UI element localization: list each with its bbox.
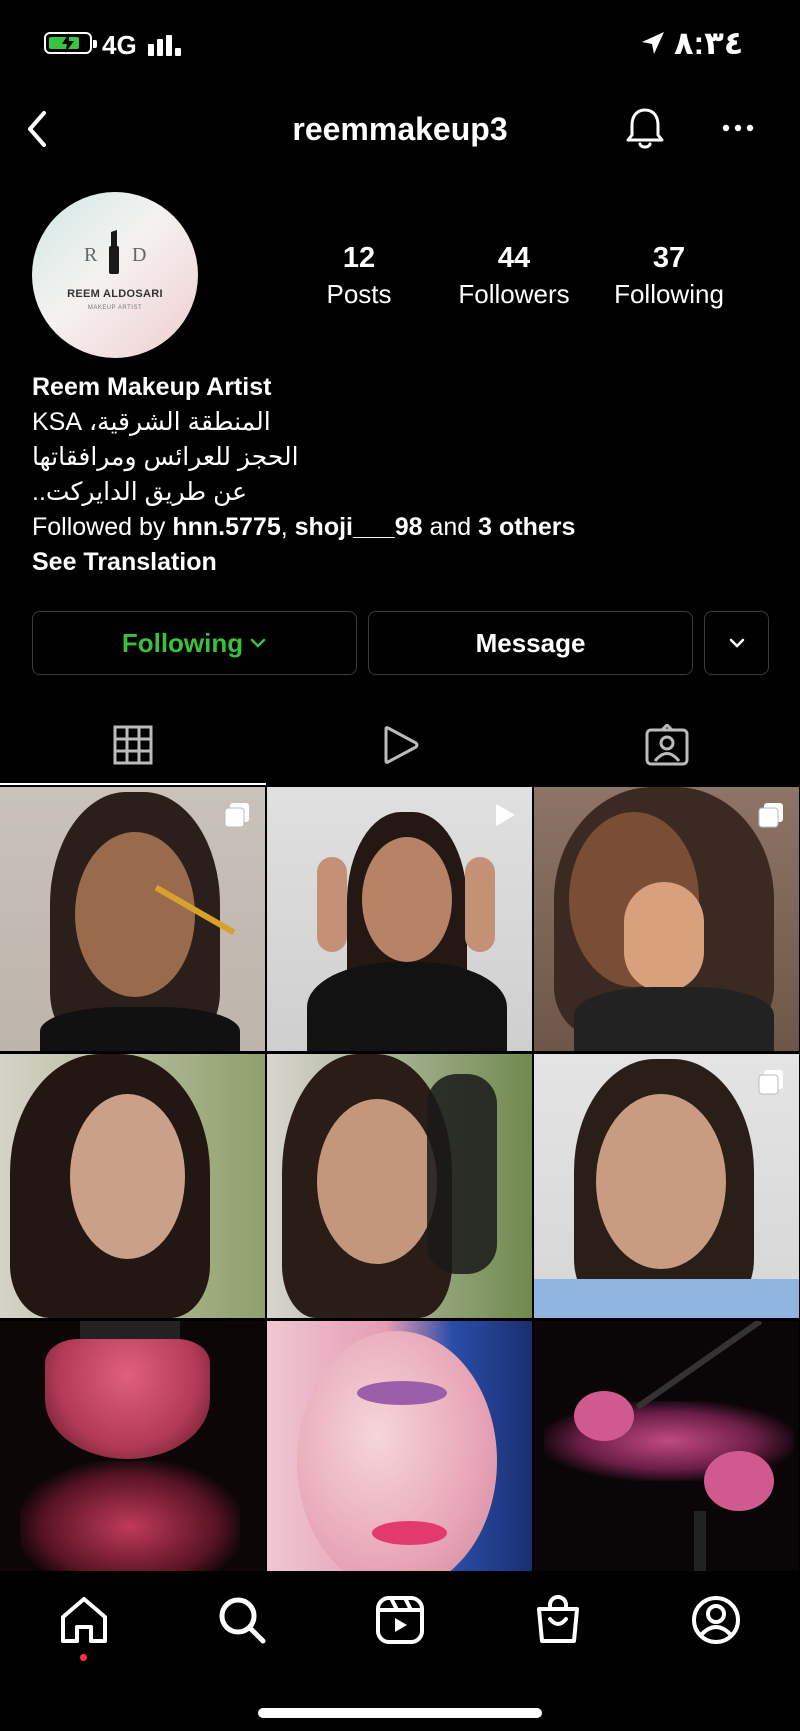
- profile-icon[interactable]: [689, 1593, 743, 1647]
- reel-icon: [496, 804, 515, 826]
- followed-by-user-2[interactable]: shoji___98: [295, 513, 423, 541]
- stat-posts[interactable]: 12 Posts: [294, 240, 424, 312]
- bio-line-3: عن طريق الدايركت..: [32, 478, 248, 506]
- post-7[interactable]: [0, 1321, 265, 1571]
- tagged-icon: [645, 724, 689, 766]
- home-indicator: [258, 1708, 542, 1718]
- profile-header: reemmakeup3: [0, 95, 800, 165]
- notification-dot: [80, 1654, 87, 1661]
- bio-line-1: المنطقة الشرقية، KSA: [32, 408, 271, 436]
- chevron-down-icon: [729, 638, 744, 648]
- post-grid: [0, 787, 800, 1571]
- tab-reels[interactable]: [267, 705, 533, 785]
- header-username: reemmakeup3: [292, 111, 508, 147]
- suggested-accounts-button[interactable]: [704, 611, 769, 675]
- carousel-icon: [758, 1070, 783, 1095]
- stat-following-value: 37: [652, 242, 686, 274]
- stat-followers-label: Followers: [458, 279, 570, 309]
- followed-by-user-1[interactable]: hnn.5775: [172, 513, 280, 541]
- network-type: 4G: [102, 30, 137, 60]
- stat-followers[interactable]: 44 Followers: [449, 240, 579, 312]
- status-bar: 4G ٨:٣٤: [0, 0, 800, 90]
- message-button[interactable]: Message: [368, 611, 693, 675]
- grid-icon: [113, 725, 153, 765]
- carousel-icon: [758, 803, 783, 828]
- post-5[interactable]: [267, 1054, 532, 1318]
- see-translation-link[interactable]: See Translation: [32, 545, 772, 580]
- battery-icon: [44, 32, 97, 54]
- reels-play-icon: [384, 726, 419, 764]
- followed-by-sep: ,: [280, 513, 288, 541]
- location-arrow-icon: [642, 32, 664, 54]
- tab-grid[interactable]: [0, 705, 266, 785]
- search-icon[interactable]: [215, 1593, 269, 1647]
- followed-by-others[interactable]: 3 others: [478, 513, 575, 541]
- profile-bio: Reem Makeup Artist المنطقة الشرقية، KSA …: [32, 370, 772, 580]
- signal-icon: [148, 30, 188, 56]
- stat-followers-value: 44: [497, 242, 531, 274]
- more-options-icon[interactable]: [720, 113, 756, 143]
- tab-tagged[interactable]: [534, 705, 800, 785]
- post-8[interactable]: [267, 1321, 532, 1571]
- message-button-label: Message: [475, 627, 586, 658]
- profile-tabs: [0, 705, 800, 785]
- followed-by[interactable]: Followed by hnn.5775, shoji___98 and 3 o…: [32, 510, 772, 545]
- following-button[interactable]: Following: [32, 611, 357, 675]
- profile-name: Reem Makeup Artist: [32, 373, 272, 401]
- active-tab-indicator: [0, 783, 266, 785]
- post-1[interactable]: [0, 787, 265, 1051]
- post-3[interactable]: [534, 787, 799, 1051]
- bottom-nav: [0, 1571, 800, 1731]
- following-button-label: Following: [121, 627, 244, 658]
- bio-line-2: الحجز للعرائس ومرافقاتها: [32, 443, 299, 471]
- stat-posts-value: 12: [342, 242, 376, 274]
- bell-icon[interactable]: [622, 105, 668, 151]
- post-2[interactable]: [267, 787, 532, 1051]
- stat-following[interactable]: 37 Following: [604, 240, 734, 312]
- shop-icon[interactable]: [531, 1593, 585, 1647]
- post-6[interactable]: [534, 1054, 799, 1318]
- chevron-down-icon: [250, 638, 266, 648]
- stat-following-label: Following: [614, 279, 724, 309]
- followed-by-prefix: Followed by: [32, 513, 166, 541]
- carousel-icon: [224, 803, 249, 828]
- followed-by-and: and: [429, 513, 472, 541]
- clock: ٨:٣٤: [674, 25, 744, 61]
- reels-icon[interactable]: [373, 1593, 427, 1647]
- profile-stats: 12 Posts 44 Followers 37 Following: [0, 240, 800, 320]
- stat-posts-label: Posts: [326, 279, 392, 309]
- post-9[interactable]: [534, 1321, 799, 1571]
- home-icon[interactable]: [57, 1593, 111, 1647]
- post-4[interactable]: [0, 1054, 265, 1318]
